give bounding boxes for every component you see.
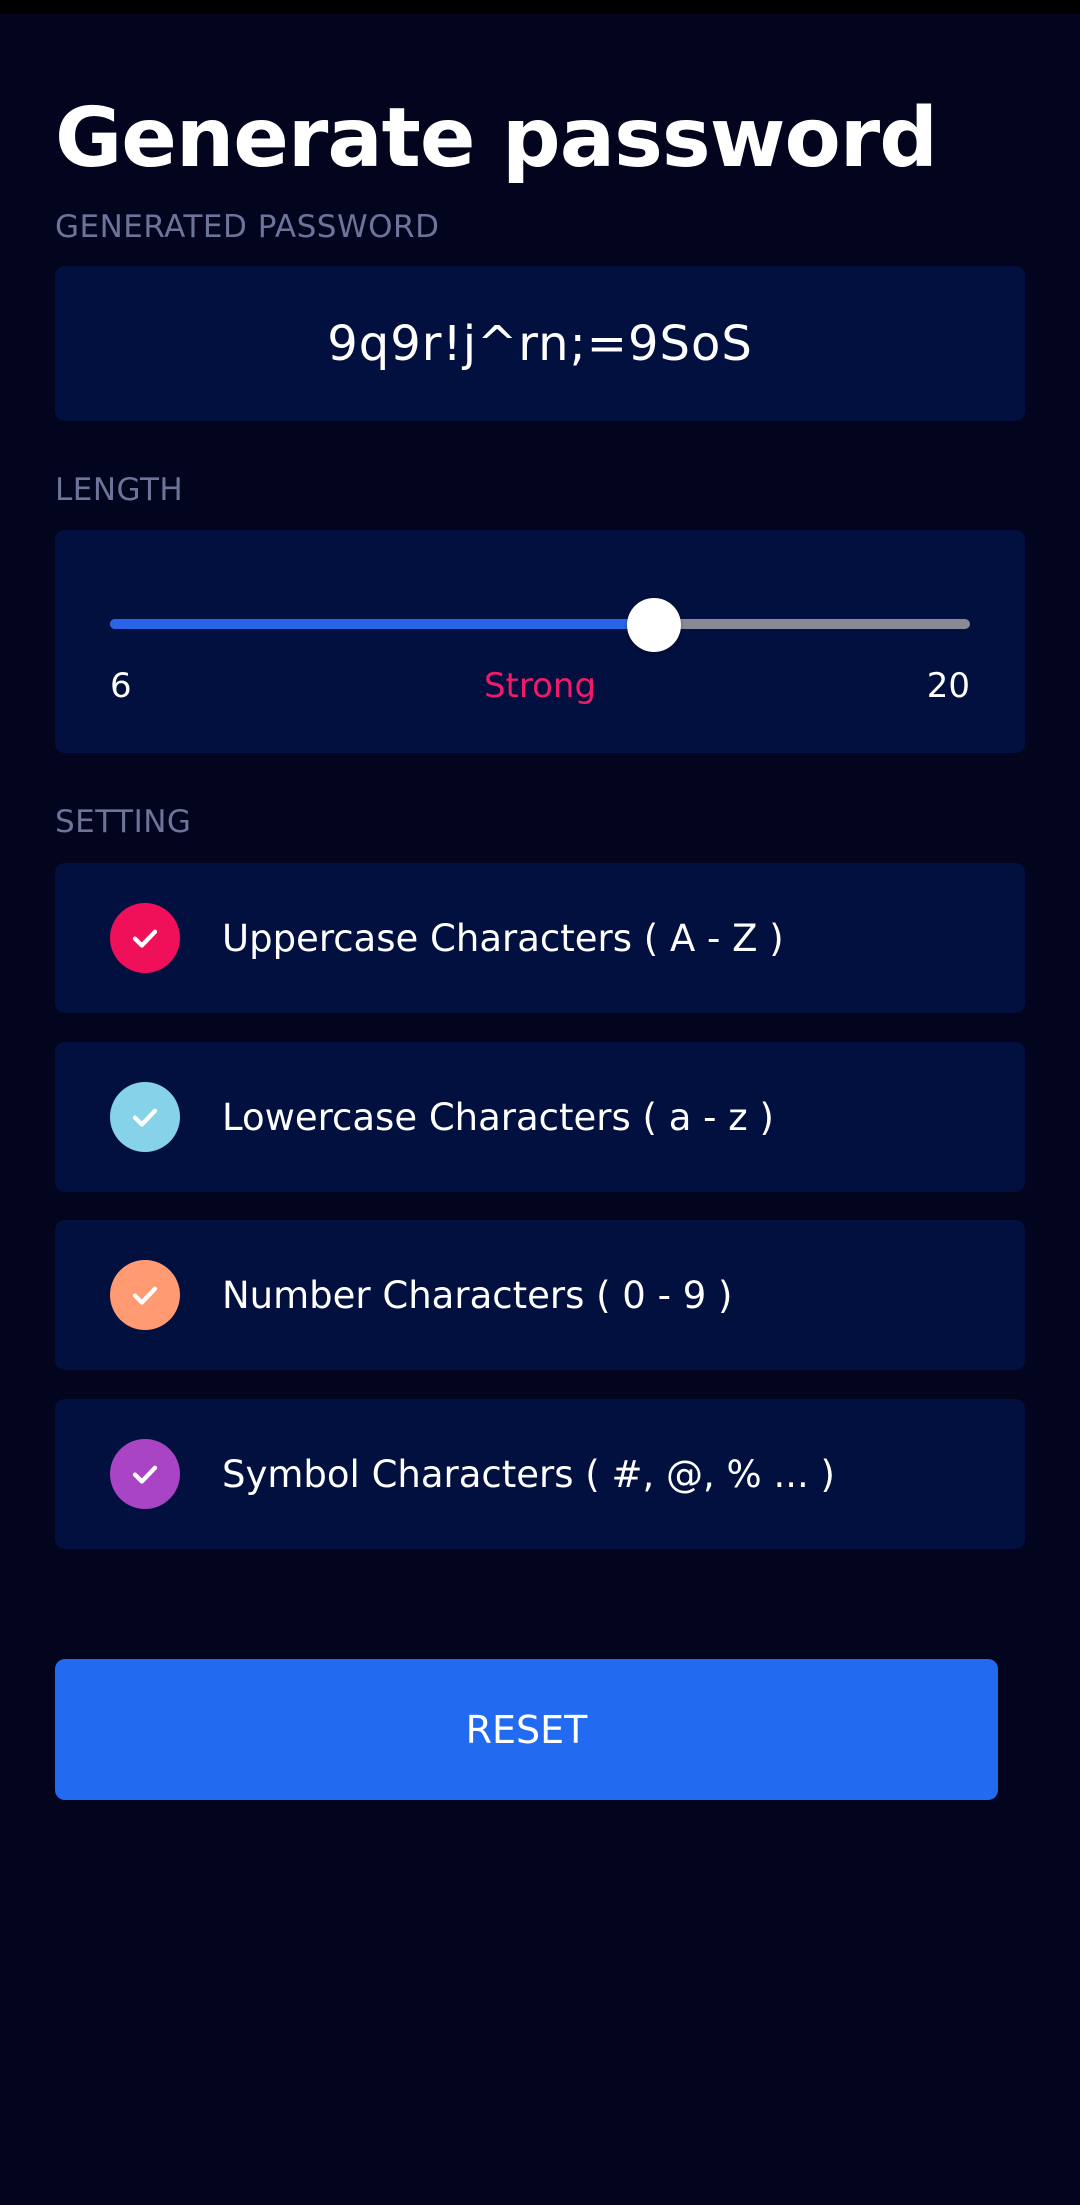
check-icon	[132, 1286, 158, 1305]
check-icon	[132, 1465, 158, 1484]
page-title: Generate password	[55, 91, 938, 186]
setting-item-uppercase[interactable]: Uppercase Characters ( A - Z )	[55, 863, 1025, 1013]
setting-item-symbols[interactable]: Symbol Characters ( #, @, % ... )	[55, 1399, 1025, 1549]
strength-indicator: Strong	[483, 666, 597, 706]
slider-fill	[110, 619, 655, 629]
setting-item-label: Lowercase Characters ( a - z )	[222, 1095, 774, 1139]
setting-item-label: Number Characters ( 0 - 9 )	[222, 1273, 733, 1317]
generated-password-card[interactable]: 9q9r!j^rn;=9SoS	[55, 266, 1025, 421]
symbols-checkbox[interactable]	[110, 1439, 180, 1509]
generate-password-screen: Generate password GENERATED PASSWORD 9q9…	[0, 14, 1080, 2205]
check-icon	[132, 1108, 158, 1127]
setting-item-lowercase[interactable]: Lowercase Characters ( a - z )	[55, 1042, 1025, 1192]
setting-label: SETTING	[55, 804, 192, 840]
length-label: LENGTH	[55, 472, 184, 508]
length-slider[interactable]	[110, 598, 970, 652]
setting-item-label: Uppercase Characters ( A - Z )	[222, 916, 784, 960]
check-icon	[132, 929, 158, 948]
setting-item-label: Symbol Characters ( #, @, % ... )	[222, 1452, 835, 1496]
setting-item-numbers[interactable]: Number Characters ( 0 - 9 )	[55, 1220, 1025, 1370]
lowercase-checkbox[interactable]	[110, 1082, 180, 1152]
uppercase-checkbox[interactable]	[110, 903, 180, 973]
slider-thumb[interactable]	[627, 598, 682, 652]
length-max-value: 20	[926, 666, 970, 706]
length-card: 6 Strong 20	[55, 530, 1025, 753]
generated-password-label: GENERATED PASSWORD	[55, 209, 440, 245]
generated-password-text: 9q9r!j^rn;=9SoS	[327, 315, 753, 372]
status-bar	[0, 0, 1080, 14]
numbers-checkbox[interactable]	[110, 1260, 180, 1330]
reset-button[interactable]: RESET	[55, 1659, 998, 1800]
